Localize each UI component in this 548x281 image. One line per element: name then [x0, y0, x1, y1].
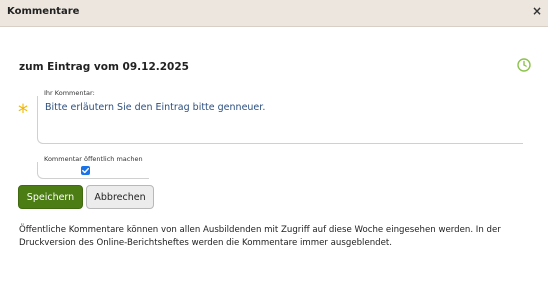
clock-icon: [517, 58, 531, 72]
entry-heading: zum Eintrag vom 09.12.2025: [19, 61, 189, 73]
public-toggle-wrapper: [37, 162, 149, 179]
cancel-button[interactable]: Abbrechen: [86, 185, 154, 209]
public-checkbox[interactable]: [81, 166, 90, 175]
save-button[interactable]: Speichern: [18, 185, 83, 209]
comment-value: Bitte erläutern Sie den Eintrag bitte ge…: [45, 102, 266, 113]
checkmark-icon: [82, 167, 90, 174]
info-text: Öffentliche Kommentare können von allen …: [19, 225, 501, 248]
dialog-title: Kommentare: [7, 6, 80, 17]
dialog-titlebar: Kommentare ×: [0, 0, 548, 27]
comment-textarea[interactable]: Bitte erläutern Sie den Eintrag bitte ge…: [37, 96, 523, 144]
required-asterisk-icon: *: [18, 100, 28, 124]
close-icon[interactable]: ×: [532, 4, 542, 18]
